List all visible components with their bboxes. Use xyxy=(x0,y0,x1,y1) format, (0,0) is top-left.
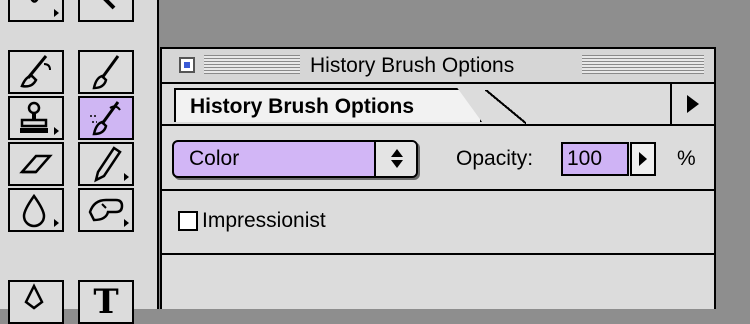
pen-icon xyxy=(24,283,44,310)
palette-title: History Brush Options xyxy=(302,52,523,80)
eraser-icon xyxy=(19,154,53,174)
toolbox: T xyxy=(0,0,159,324)
opacity-unit: % xyxy=(677,147,696,170)
impressionist-label[interactable]: Impressionist xyxy=(202,205,326,237)
type-icon: T xyxy=(93,282,119,322)
airbrush-icon xyxy=(20,55,51,88)
close-box-icon[interactable] xyxy=(179,57,195,73)
eraser-tool[interactable] xyxy=(8,142,64,186)
palette-tab-row: History Brush Options xyxy=(162,84,714,126)
history-brush-icon xyxy=(90,101,121,136)
rubber-stamp-tool[interactable] xyxy=(8,96,64,140)
blend-mode-select[interactable]: Color xyxy=(172,140,418,178)
paintbrush-tool[interactable] xyxy=(78,50,134,94)
type-tool[interactable]: T xyxy=(78,280,134,324)
impressionist-row: Impressionist xyxy=(162,191,714,255)
smudge-finger-icon xyxy=(88,198,124,222)
opacity-input[interactable]: 100 xyxy=(561,142,629,176)
tab-edge xyxy=(485,90,526,124)
opacity-slider-button[interactable] xyxy=(630,142,656,176)
options-row: Color Opacity: 100 % xyxy=(162,126,714,191)
rubber-stamp-icon xyxy=(20,101,48,133)
pencil-icon xyxy=(94,146,122,183)
lasso-icon xyxy=(30,0,39,3)
triangle-right-icon xyxy=(639,152,647,166)
history-brush-options-palette: History Brush Options History Brush Opti… xyxy=(160,47,716,309)
palette-menu-button[interactable] xyxy=(670,84,714,124)
impressionist-checkbox[interactable] xyxy=(178,211,198,231)
pen-tool[interactable] xyxy=(8,280,64,324)
lasso-tool[interactable] xyxy=(8,0,64,22)
blend-mode-value: Color xyxy=(189,147,240,170)
tab-label: History Brush Options xyxy=(190,95,415,118)
history-brush-tool[interactable] xyxy=(78,96,134,140)
blur-tool[interactable] xyxy=(8,188,64,232)
triangle-right-icon xyxy=(687,95,699,113)
magic-wand-tool[interactable] xyxy=(78,0,134,22)
airbrush-tool[interactable] xyxy=(8,50,64,94)
water-drop-icon xyxy=(22,193,46,228)
pencil-tool[interactable] xyxy=(78,142,134,186)
paintbrush-icon xyxy=(92,55,120,90)
title-bar-stripes xyxy=(204,55,300,74)
up-down-arrows-icon[interactable] xyxy=(374,142,416,176)
magic-wand-icon xyxy=(103,0,116,10)
smudge-tool[interactable] xyxy=(78,188,134,232)
palette-title-bar[interactable]: History Brush Options xyxy=(162,49,714,84)
title-bar-stripes xyxy=(582,55,704,74)
opacity-label: Opacity: xyxy=(456,147,534,170)
